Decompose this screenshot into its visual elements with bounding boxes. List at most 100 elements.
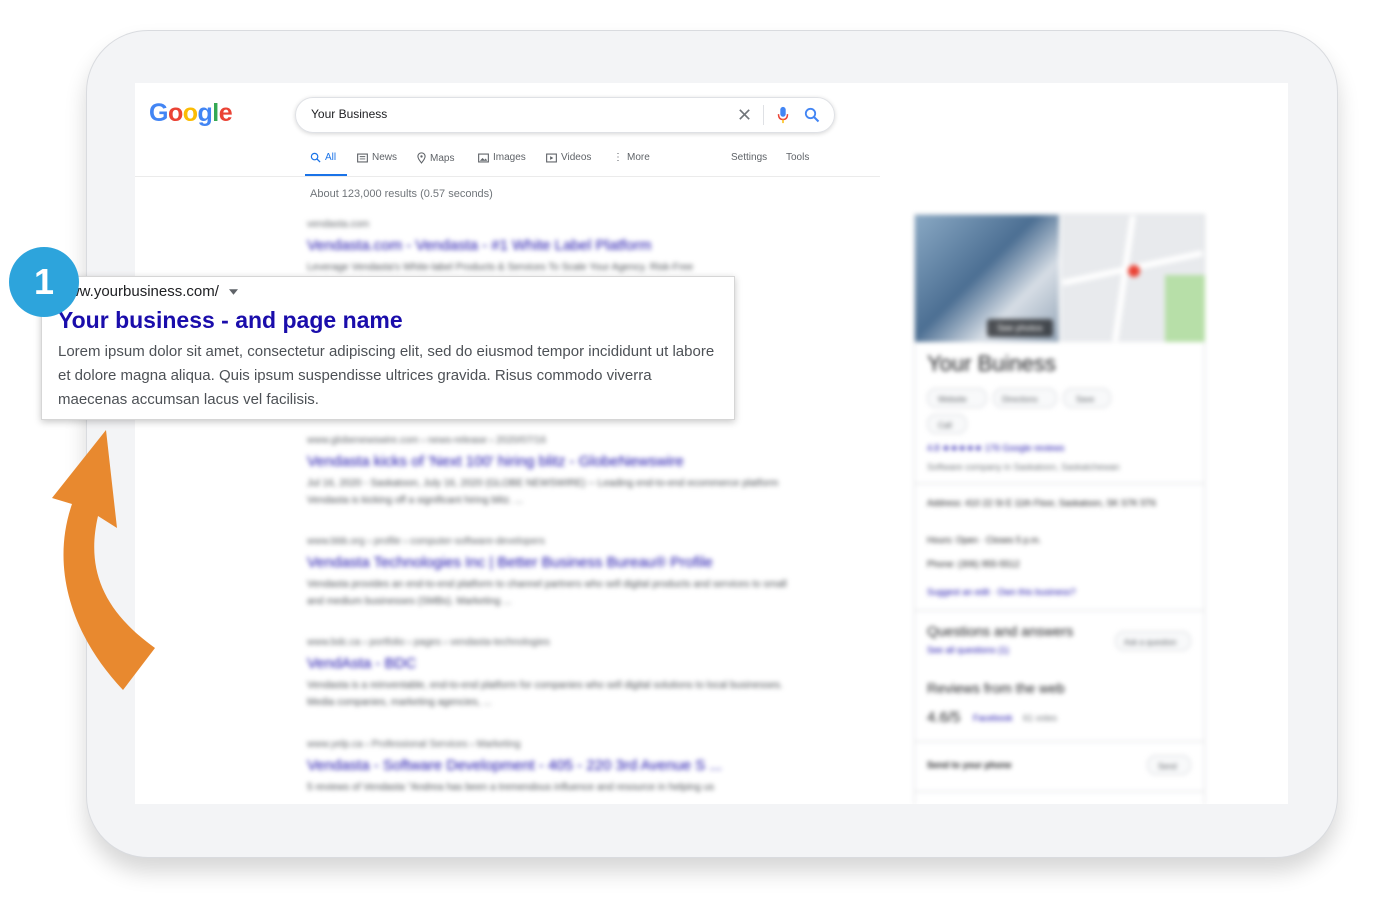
result-url[interactable]: www.yourbusiness.com/ <box>58 283 238 300</box>
play-icon <box>546 153 557 162</box>
reviews-source[interactable]: Facebook <box>973 713 1013 723</box>
caret-down-icon[interactable] <box>228 288 238 295</box>
result-url-text: www.yourbusiness.com/ <box>58 283 219 300</box>
result-title-link[interactable]: Vendasta kicks of 'Next 100' hiring blit… <box>307 453 797 470</box>
step-number-badge: 1 <box>9 247 79 317</box>
result-snippet: Vendasta provides an end-to-end platform… <box>307 579 787 607</box>
featured-result-callout[interactable]: www.yourbusiness.com/ Your business - an… <box>41 276 735 420</box>
tab-maps[interactable]: Maps <box>417 152 454 164</box>
call-button[interactable]: Call <box>927 414 967 434</box>
logo-letter: o <box>182 99 198 127</box>
tab-label: All <box>325 152 337 163</box>
business-name: Your Buiness <box>927 351 1056 376</box>
tab-label: Images <box>493 152 526 163</box>
result-cite: www.globenewswire.com › news-release › 2… <box>307 435 547 446</box>
divider <box>915 741 1204 742</box>
search-input[interactable]: Your Business <box>295 97 835 133</box>
website-button[interactable]: Website <box>927 388 987 408</box>
business-phone[interactable]: Phone: (306) 955-5512 <box>927 559 1020 569</box>
map-thumbnail[interactable] <box>1061 215 1205 342</box>
result-cite: www.bdc.ca › portfolio › pages › vendast… <box>307 637 550 648</box>
result-description: Lorem ipsum dolor sit amet, consectetur … <box>58 343 715 408</box>
map-pin-icon <box>417 152 426 164</box>
search-icon <box>310 152 321 163</box>
logo-letter: o <box>167 99 183 127</box>
search-result[interactable]: www.bbb.org › profile › computer-softwar… <box>307 536 797 610</box>
result-title-link[interactable]: Vendasta - Software Development - 405 - … <box>307 757 797 774</box>
search-divider <box>763 105 764 125</box>
google-logo[interactable]: Google <box>149 99 233 128</box>
search-query[interactable]: Your Business <box>311 107 387 121</box>
tab-label: Tools <box>786 152 810 163</box>
result-cite: www.yelp.ca › Professional Services › Ma… <box>307 739 521 750</box>
rating-line[interactable]: 4.8 ★★★★★ 176 Google reviews <box>927 443 1064 454</box>
browser-screen: Google Your Business All News Maps Image… <box>135 83 1288 804</box>
result-snippet: Jul 16, 2020 - Saskatoon, July 16, 2020 … <box>307 478 779 506</box>
button-label: Send <box>1158 762 1177 771</box>
map-pin-icon <box>1128 265 1140 277</box>
search-result[interactable]: vendasta.com Vendasta.com - Vendasta - #… <box>307 219 797 276</box>
button-label: Ask a question <box>1124 638 1177 647</box>
button-label: Website <box>938 395 967 404</box>
logo-letter: g <box>197 99 213 127</box>
tab-label: Settings <box>731 152 768 163</box>
divider <box>915 610 1204 611</box>
business-category: Software company in Saskatoon, Saskatche… <box>927 462 1120 472</box>
result-snippet: Leverage Vendasta's White-label Products… <box>307 262 694 273</box>
search-icon[interactable] <box>804 107 820 123</box>
result-title-link[interactable]: VendAsta - BDC <box>307 655 797 672</box>
result-snippet: 5 reviews of Vendasta "Andrea has been a… <box>307 782 715 793</box>
result-cite: vendasta.com <box>307 219 370 230</box>
reviews-votes: 61 votes <box>1023 713 1058 723</box>
result-stats: About 123,000 results (0.57 seconds) <box>310 188 493 200</box>
result-title-link[interactable]: Vendasta Technologies Inc | Better Busin… <box>307 554 797 571</box>
qa-link[interactable]: See all questions (1) <box>927 645 1009 655</box>
logo-letter: e <box>218 99 233 127</box>
result-title-link[interactable]: Your business - and page name <box>58 307 403 334</box>
directions-button[interactable]: Directions <box>993 388 1057 408</box>
divider <box>915 483 1204 484</box>
search-result[interactable]: www.yelp.ca › Professional Services › Ma… <box>307 739 797 796</box>
knowledge-panel: See photos Your Buiness Website Directio… <box>914 214 1205 804</box>
business-hours[interactable]: Hours: Open · Closes 5 p.m. <box>927 535 1041 545</box>
qa-title: Questions and answers <box>927 623 1074 639</box>
curved-arrow-icon <box>52 430 155 690</box>
image-icon <box>478 153 489 162</box>
tab-videos[interactable]: Videos <box>546 152 591 163</box>
button-label: Call <box>938 421 952 430</box>
tab-label: Maps <box>430 152 455 164</box>
newspaper-icon <box>357 153 368 162</box>
search-result[interactable]: www.bdc.ca › portfolio › pages › vendast… <box>307 637 797 711</box>
result-title-link[interactable]: Vendasta.com - Vendasta - #1 White Label… <box>307 237 797 254</box>
tab-tools[interactable]: Tools <box>786 152 809 163</box>
tab-label: Videos <box>561 152 592 163</box>
tab-label: News <box>372 152 398 163</box>
save-button[interactable]: Save <box>1063 388 1111 408</box>
suggest-edit-links[interactable]: Suggest an edit · Own this business? <box>927 587 1076 597</box>
see-photos-button[interactable]: See photos <box>987 319 1053 337</box>
button-label: Directions <box>1002 395 1038 404</box>
logo-letter: G <box>149 99 168 127</box>
microphone-icon[interactable] <box>776 106 790 124</box>
send-to-phone-label: Send to your phone <box>927 760 1012 770</box>
reviews-title: Reviews from the web <box>927 680 1065 696</box>
ask-question-button[interactable]: Ask a question <box>1115 631 1191 651</box>
business-photo[interactable]: See photos <box>915 215 1059 342</box>
tab-settings[interactable]: Settings <box>731 152 767 163</box>
tab-images[interactable]: Images <box>478 152 526 163</box>
reviews-score: 4.6/5 <box>927 709 961 726</box>
divider <box>915 791 1204 792</box>
result-cite: www.bbb.org › profile › computer-softwar… <box>307 536 545 547</box>
send-button[interactable]: Send <box>1147 755 1191 775</box>
close-icon[interactable] <box>737 107 752 122</box>
tabs-divider <box>135 176 880 177</box>
result-snippet: Vendasta is a reinventable, end-to-end p… <box>307 680 783 708</box>
search-result[interactable]: www.globenewswire.com › news-release › 2… <box>307 435 797 509</box>
more-dots-icon: ⋮ <box>613 152 623 163</box>
tab-more[interactable]: ⋮ More <box>613 152 650 163</box>
tab-label: More <box>627 152 650 163</box>
tab-news[interactable]: News <box>357 152 397 163</box>
business-address: Address: 410 22 St E 11th Floor, Saskato… <box>927 498 1156 508</box>
button-label: Save <box>1076 395 1095 404</box>
tab-all[interactable]: All <box>310 152 336 163</box>
